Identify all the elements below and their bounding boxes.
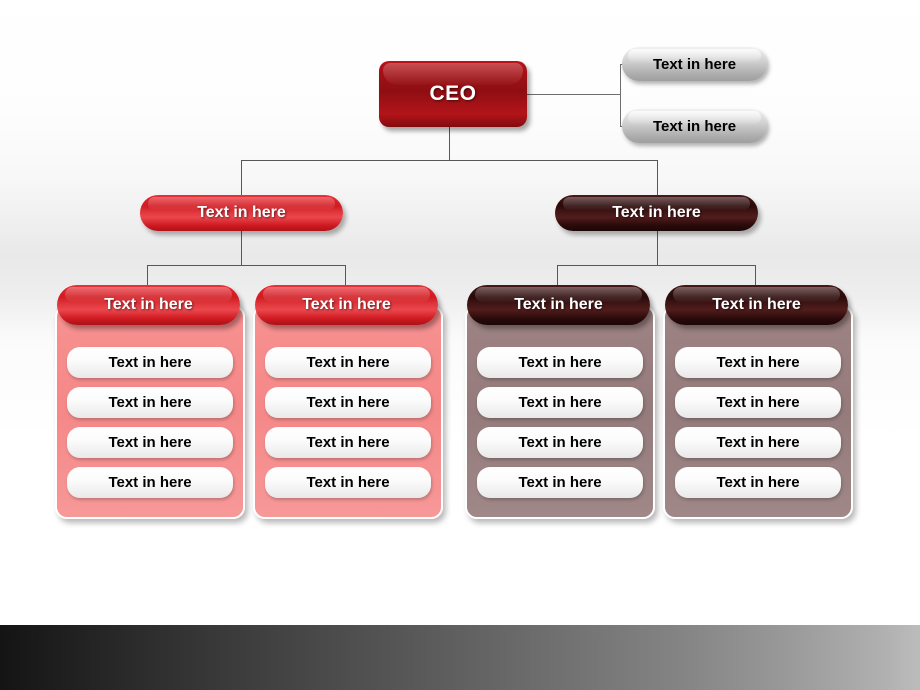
- list-item[interactable]: Text in here: [265, 467, 431, 498]
- list-item[interactable]: Text in here: [477, 347, 643, 378]
- column-header-3-label: Text in here: [514, 296, 603, 313]
- list-item-label: Text in here: [716, 434, 800, 451]
- list-item[interactable]: Text in here: [67, 467, 233, 498]
- list-item-label: Text in here: [306, 434, 390, 451]
- list-item[interactable]: Text in here: [67, 347, 233, 378]
- connector-ceo-to-staff-horizontal: [527, 94, 620, 95]
- list-item-label: Text in here: [306, 394, 390, 411]
- node-staff-2-label: Text in here: [652, 117, 737, 135]
- connector-left-branch-horizontal: [147, 265, 345, 266]
- list-item-label: Text in here: [518, 394, 602, 411]
- list-item-label: Text in here: [306, 354, 390, 371]
- node-division-left-label: Text in here: [197, 204, 286, 221]
- list-item[interactable]: Text in here: [265, 387, 431, 418]
- connector-ceo-down: [449, 127, 450, 160]
- node-ceo-label: CEO: [429, 82, 477, 105]
- connector-staff-vertical: [620, 64, 621, 126]
- column-header-1[interactable]: Text in here: [57, 285, 240, 325]
- node-division-left[interactable]: Text in here: [140, 195, 343, 231]
- list-item[interactable]: Text in here: [477, 467, 643, 498]
- list-item[interactable]: Text in here: [67, 387, 233, 418]
- node-ceo[interactable]: CEO: [379, 61, 527, 127]
- list-item[interactable]: Text in here: [675, 387, 841, 418]
- list-item-label: Text in here: [518, 474, 602, 491]
- column-2-item-list: Text in here Text in here Text in here T…: [255, 347, 441, 507]
- list-item-label: Text in here: [716, 474, 800, 491]
- list-item[interactable]: Text in here: [477, 427, 643, 458]
- column-card-2: Text in here Text in here Text in here T…: [253, 305, 443, 519]
- list-item-label: Text in here: [716, 394, 800, 411]
- org-chart-slide: CEO Text in here Text in here Text in he…: [0, 0, 920, 690]
- list-item-label: Text in here: [108, 434, 192, 451]
- connector-left-branch-down: [241, 231, 242, 265]
- column-card-3: Text in here Text in here Text in here T…: [465, 305, 655, 519]
- list-item-label: Text in here: [108, 394, 192, 411]
- connector-level2-horizontal: [241, 160, 658, 161]
- node-division-right-label: Text in here: [612, 204, 701, 221]
- list-item[interactable]: Text in here: [265, 347, 431, 378]
- list-item-label: Text in here: [108, 474, 192, 491]
- list-item-label: Text in here: [108, 354, 192, 371]
- list-item-label: Text in here: [716, 354, 800, 371]
- node-staff-1[interactable]: Text in here: [622, 47, 767, 81]
- list-item-label: Text in here: [518, 354, 602, 371]
- node-staff-1-label: Text in here: [652, 55, 737, 73]
- column-header-2[interactable]: Text in here: [255, 285, 438, 325]
- list-item[interactable]: Text in here: [265, 427, 431, 458]
- list-item-label: Text in here: [306, 474, 390, 491]
- column-3-item-list: Text in here Text in here Text in here T…: [467, 347, 653, 507]
- connector-right-branch-down: [657, 231, 658, 265]
- footer-gradient-bar: [0, 625, 920, 690]
- column-header-1-label: Text in here: [104, 296, 193, 313]
- node-division-right[interactable]: Text in here: [555, 195, 758, 231]
- column-4-item-list: Text in here Text in here Text in here T…: [665, 347, 851, 507]
- connector-right-branch-horizontal: [557, 265, 755, 266]
- list-item[interactable]: Text in here: [477, 387, 643, 418]
- column-header-4[interactable]: Text in here: [665, 285, 848, 325]
- list-item-label: Text in here: [518, 434, 602, 451]
- node-staff-2[interactable]: Text in here: [622, 109, 767, 143]
- column-header-4-label: Text in here: [712, 296, 801, 313]
- list-item[interactable]: Text in here: [67, 427, 233, 458]
- column-card-1: Text in here Text in here Text in here T…: [55, 305, 245, 519]
- column-header-2-label: Text in here: [302, 296, 391, 313]
- list-item[interactable]: Text in here: [675, 467, 841, 498]
- column-header-3[interactable]: Text in here: [467, 285, 650, 325]
- column-card-4: Text in here Text in here Text in here T…: [663, 305, 853, 519]
- list-item[interactable]: Text in here: [675, 347, 841, 378]
- column-1-item-list: Text in here Text in here Text in here T…: [57, 347, 243, 507]
- list-item[interactable]: Text in here: [675, 427, 841, 458]
